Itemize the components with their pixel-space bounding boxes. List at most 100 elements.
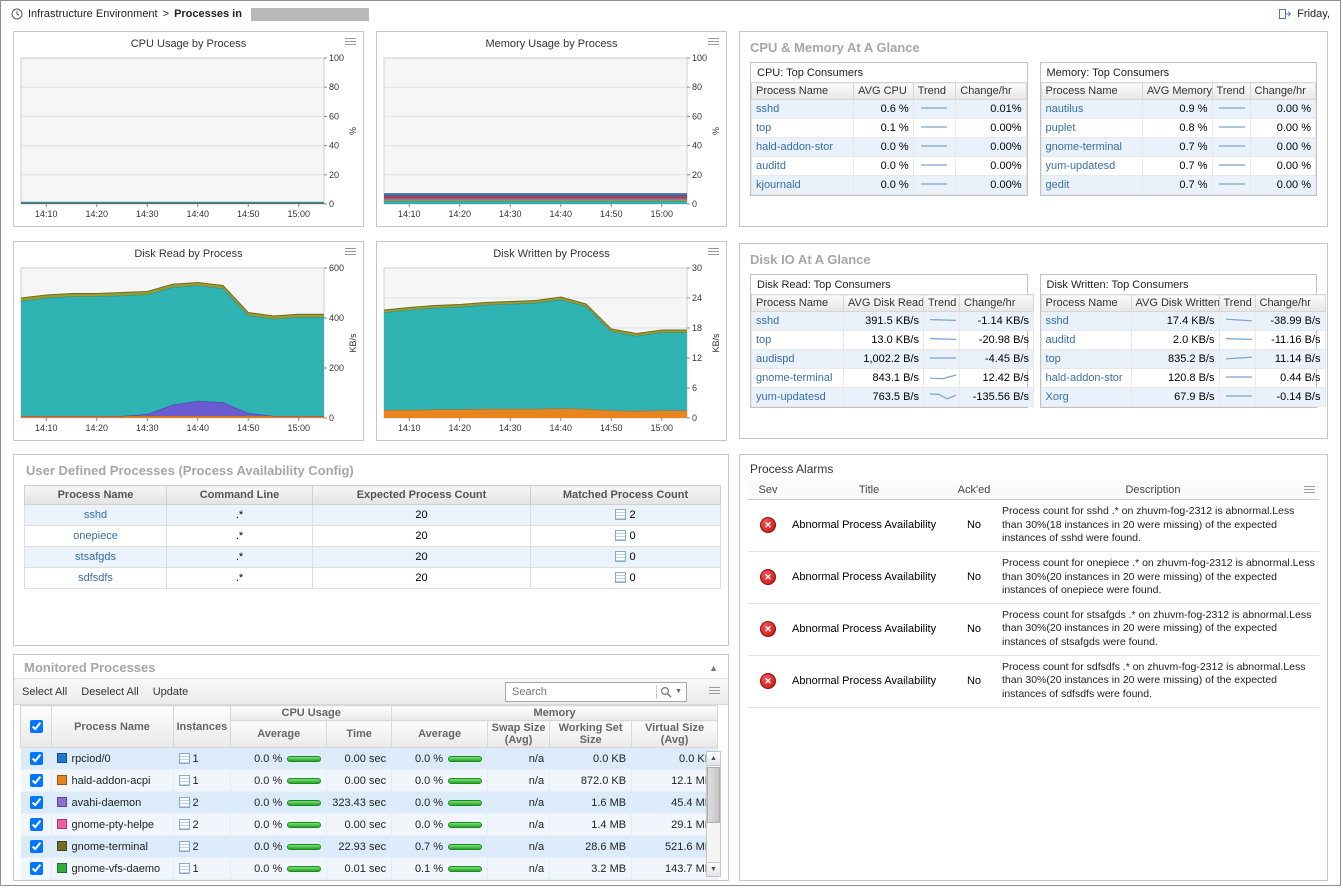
search-dropdown-icon[interactable]: ▼	[675, 688, 682, 695]
process-link[interactable]: yum-updatesd	[756, 391, 826, 403]
critical-severity-icon[interactable]: ✕	[760, 673, 776, 689]
process-link[interactable]: stsafgds	[75, 551, 116, 563]
process-link[interactable]: sshd	[756, 315, 779, 327]
column-header[interactable]: Sev	[748, 481, 788, 500]
column-header[interactable]: Trend	[1212, 83, 1250, 100]
process-link[interactable]: sshd	[756, 103, 779, 115]
process-link[interactable]: auditd	[1046, 334, 1076, 346]
row-checkbox[interactable]	[30, 774, 43, 787]
column-subheader[interactable]: Working Set Size	[550, 721, 632, 748]
critical-severity-icon[interactable]: ✕	[760, 621, 776, 637]
row-checkbox[interactable]	[30, 796, 43, 809]
column-header[interactable]: Command Line	[167, 486, 313, 505]
column-header[interactable]: Expected Process Count	[313, 486, 531, 505]
column-subheader[interactable]: Virtual Size (Avg)	[632, 721, 718, 748]
process-link[interactable]: sshd	[84, 509, 107, 521]
search-input[interactable]	[510, 685, 653, 699]
cpu-usage-chart[interactable]: 02040608010014:1014:2014:3014:4014:5015:…	[17, 52, 360, 220]
row-checkbox[interactable]	[30, 752, 43, 765]
signout-icon[interactable]	[1278, 8, 1292, 20]
select-all-button[interactable]: Select All	[22, 686, 67, 698]
column-header[interactable]: Title	[788, 481, 950, 500]
process-link[interactable]: gnome-terminal	[1046, 141, 1122, 153]
column-subheader[interactable]: Swap Size (Avg)	[488, 721, 550, 748]
column-header[interactable]: AVG Memory	[1142, 83, 1212, 100]
process-link[interactable]: sdfsdfs	[78, 572, 113, 584]
column-header[interactable]: Description	[998, 481, 1319, 500]
memory-usage-chart[interactable]: 02040608010014:1014:2014:3014:4014:5015:…	[380, 52, 723, 220]
process-link[interactable]: auditd	[756, 160, 786, 172]
chart-menu-icon[interactable]	[345, 248, 356, 257]
process-link[interactable]: gnome-terminal	[756, 372, 832, 384]
row-checkbox[interactable]	[30, 818, 43, 831]
process-name-cell: puplet	[1041, 119, 1142, 138]
process-link[interactable]: top	[756, 334, 771, 346]
column-header[interactable]: Process Name	[25, 486, 167, 505]
chart-menu-icon[interactable]	[345, 38, 356, 47]
deselect-all-button[interactable]: Deselect All	[81, 686, 138, 698]
chart-menu-icon[interactable]	[708, 38, 719, 47]
select-all-checkbox[interactable]	[30, 720, 43, 733]
row-checkbox[interactable]	[30, 862, 43, 875]
disk-written-chart[interactable]: 061218243014:1014:2014:3014:4014:5015:00…	[380, 262, 723, 434]
process-link[interactable]: yum-updatesd	[1046, 160, 1116, 172]
process-link[interactable]: sshd	[1046, 315, 1069, 327]
column-header[interactable]: Change/hr	[1255, 295, 1325, 312]
column-subheader[interactable]: Average	[392, 721, 488, 748]
process-link[interactable]: audispd	[756, 353, 795, 365]
table-menu-icon[interactable]	[709, 687, 720, 696]
chart-menu-icon[interactable]	[708, 248, 719, 257]
column-header[interactable]: Process Name	[1041, 295, 1131, 312]
table-menu-icon[interactable]	[1304, 486, 1315, 495]
process-link[interactable]: nautilus	[1046, 103, 1084, 115]
column-header[interactable]: Change/hr	[960, 295, 1034, 312]
critical-severity-icon[interactable]: ✕	[760, 569, 776, 585]
column-header[interactable]: AVG Disk Written	[1131, 295, 1219, 312]
column-subheader[interactable]: Time	[327, 721, 392, 748]
process-link[interactable]: top	[756, 122, 771, 134]
row-select-cell	[21, 748, 52, 770]
svg-text:14:30: 14:30	[499, 209, 522, 219]
column-header[interactable]: Process Name	[1041, 83, 1142, 100]
critical-severity-icon[interactable]: ✕	[760, 517, 776, 533]
column-header[interactable]: Process Name	[752, 295, 844, 312]
vertical-scrollbar[interactable]: ▲ ▼	[706, 751, 721, 877]
breadcrumb-root[interactable]: Infrastructure Environment	[28, 8, 158, 20]
column-header[interactable]: AVG CPU	[854, 83, 914, 100]
column-header[interactable]: AVG Disk Read	[844, 295, 924, 312]
column-header-process-name[interactable]: Process Name	[51, 706, 173, 748]
column-header[interactable]: Change/hr	[956, 83, 1026, 100]
alarm-title[interactable]: Abnormal Process Availability	[792, 571, 936, 583]
process-link[interactable]: Xorg	[1046, 391, 1069, 403]
process-link[interactable]: kjournald	[756, 179, 801, 191]
column-header[interactable]: Change/hr	[1250, 83, 1315, 100]
scroll-up-button[interactable]: ▲	[707, 752, 720, 766]
collapse-icon[interactable]: ▲	[709, 663, 718, 673]
column-header[interactable]: Trend	[913, 83, 956, 100]
column-header[interactable]: Process Name	[752, 83, 854, 100]
alarm-title[interactable]: Abnormal Process Availability	[792, 675, 936, 687]
scroll-down-button[interactable]: ▼	[707, 862, 720, 876]
alarm-title[interactable]: Abnormal Process Availability	[792, 519, 936, 531]
column-header[interactable]: Trend	[924, 295, 960, 312]
process-link[interactable]: hald-addon-stor	[1046, 372, 1123, 384]
process-link[interactable]: top	[1046, 353, 1061, 365]
column-header[interactable]: Ack'ed	[950, 481, 998, 500]
update-button[interactable]: Update	[153, 686, 188, 698]
row-checkbox[interactable]	[30, 840, 43, 853]
process-link[interactable]: onepiece	[73, 530, 118, 542]
process-link[interactable]: hald-addon-stor	[756, 141, 833, 153]
column-header[interactable]: Matched Process Count	[531, 486, 721, 505]
column-subheader[interactable]: Average	[231, 721, 327, 748]
process-link[interactable]: gedit	[1046, 179, 1070, 191]
column-header[interactable]: Trend	[1219, 295, 1255, 312]
search-icon[interactable]	[660, 686, 672, 698]
group-header-memory[interactable]: Memory	[392, 706, 718, 721]
group-header-cpu-usage[interactable]: CPU Usage	[231, 706, 392, 721]
disk-read-chart[interactable]: 020040060014:1014:2014:3014:4014:5015:00…	[17, 262, 360, 434]
alarm-title[interactable]: Abnormal Process Availability	[792, 623, 936, 635]
scrollbar-thumb[interactable]	[707, 767, 720, 823]
svg-text:40: 40	[329, 141, 339, 151]
process-link[interactable]: puplet	[1046, 122, 1076, 134]
column-header-instances[interactable]: Instances	[173, 706, 231, 748]
